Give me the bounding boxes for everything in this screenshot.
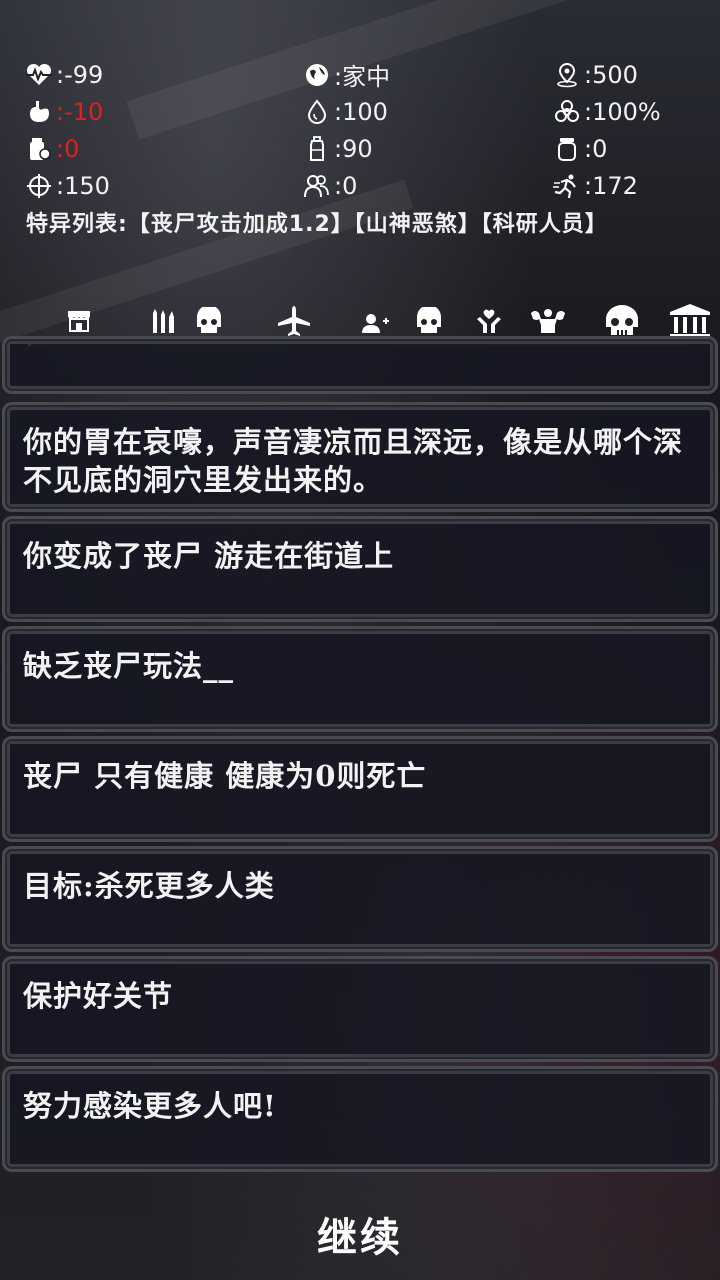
message-text: 保护好关节 [23, 979, 174, 1013]
location-stat: :家中 [302, 57, 552, 92]
heal-hands-icon [477, 309, 501, 333]
bank-icon [670, 304, 710, 338]
message-card: 目标:杀死更多人类 [2, 846, 718, 952]
jar-icon [552, 135, 582, 163]
stats-row: :-10 :100 :100% [24, 93, 704, 130]
stat-value: :0 [56, 134, 80, 163]
drink-stat: :90 [302, 135, 552, 163]
stats-row: :0 :90 :0 [24, 130, 704, 167]
message-text: 你变成了丧尸 游走在街道上 [23, 539, 395, 573]
speed-stat: :172 [552, 172, 638, 200]
water-stat: :100 [302, 98, 552, 126]
globe-icon [302, 61, 332, 89]
stat-value: :0 [584, 134, 608, 163]
stat-value: :0 [334, 171, 358, 200]
infection-stat: :100% [552, 98, 661, 126]
crosshair-icon [24, 172, 54, 200]
add-user-skull-icon [362, 307, 441, 333]
distance-stat: :500 [552, 61, 638, 89]
biohazard-icon [552, 98, 582, 126]
continue-button[interactable]: 继续 [260, 1205, 460, 1263]
stat-value: :150 [56, 171, 110, 200]
message-text: 缺乏丧尸玩法__ [23, 649, 235, 683]
skull-icon [606, 305, 638, 335]
food-stat: :0 [24, 135, 302, 163]
running-man-icon [552, 172, 582, 200]
message-card: 丧尸 只有健康 健康为0则死亡 [2, 736, 718, 842]
message-card: 你的胃在哀嚎，声音凄凉而且深远，像是从哪个深不见底的洞穴里发出来的。 [2, 402, 718, 512]
message-text: 目标:杀死更多人类 [23, 869, 275, 903]
muscle-icon [531, 309, 565, 333]
followers-stat: :0 [302, 172, 552, 200]
stats-panel: :-99 :家中 :500 :-10 :100:100%:0:90:0 … [24, 56, 704, 204]
weapons-skull-icon [153, 307, 221, 333]
message-card: 努力感染更多人吧! [2, 1066, 718, 1172]
message-card [2, 336, 718, 394]
stat-value: :100 [334, 97, 388, 126]
message-text: 你的胃在哀嚎，声音凄凉而且深远，像是从哪个深不见底的洞穴里发出来的。 [23, 425, 684, 497]
traits-list: 特异列表:【丧尸攻击加成1.2】【山神恶煞】【科研人员】 [26, 212, 608, 237]
stats-row: :150 :0 :172 [24, 167, 704, 204]
stomach-icon [24, 98, 54, 126]
location-pin-icon [552, 61, 582, 89]
supply-stat: :0 [552, 135, 607, 163]
people-icon [302, 172, 332, 200]
stat-value: :90 [334, 134, 373, 163]
airplane-icon [278, 306, 310, 336]
shop-icon [68, 311, 90, 332]
stat-value: :500 [584, 60, 638, 89]
message-text: 丧尸 只有健康 健康为0则死亡 [23, 759, 427, 793]
health-stat: :-99 [24, 61, 302, 89]
stat-value: :-99 [56, 60, 104, 89]
stat-value: :100% [584, 97, 661, 126]
stat-value: :-10 [56, 97, 104, 126]
stat-value: :家中 [334, 63, 391, 91]
message-card: 缺乏丧尸玩法__ [2, 626, 718, 732]
water-drop-icon [302, 98, 332, 126]
message-text: 努力感染更多人吧! [23, 1089, 277, 1123]
bottle-icon [302, 135, 332, 163]
message-card: 你变成了丧尸 游走在街道上 [2, 516, 718, 622]
stat-value: :172 [584, 171, 638, 200]
heartbeat-icon [24, 61, 54, 89]
food-bag-icon [24, 135, 54, 163]
message-card: 保护好关节 [2, 956, 718, 1062]
attack-stat: :150 [24, 172, 302, 200]
stats-row: :-99 :家中 :500 [24, 56, 704, 93]
hunger-stat: :-10 [24, 98, 302, 126]
